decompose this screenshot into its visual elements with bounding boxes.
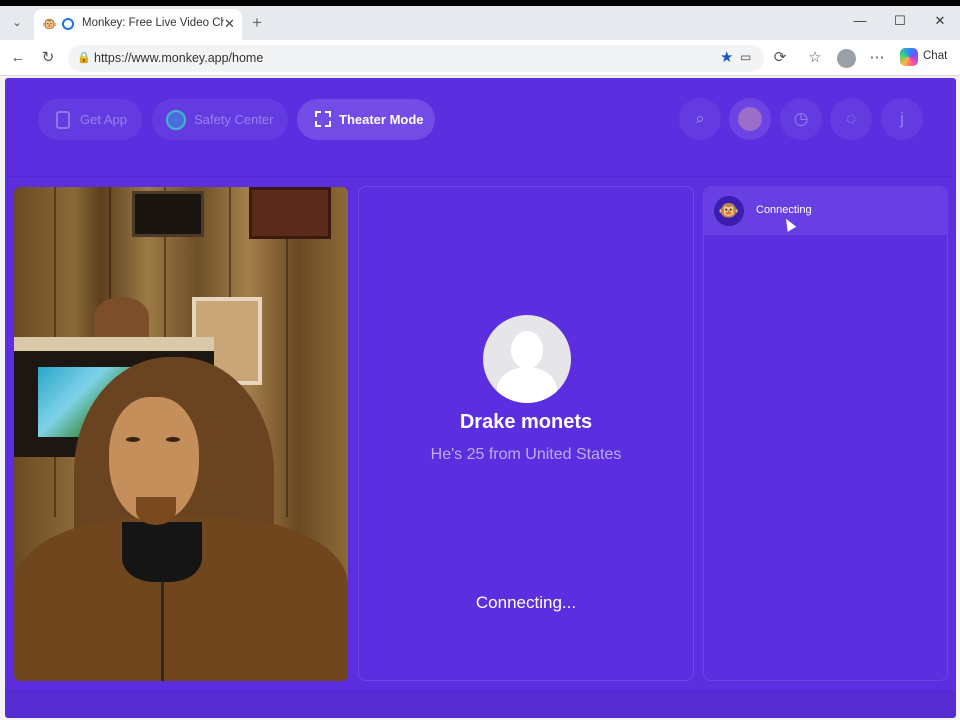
monkey-app-page: Get App Safety Center Theater Mode ⌕ ◷ ◌…: [5, 78, 956, 718]
new-tab-icon[interactable]: +: [252, 13, 262, 33]
list-item[interactable]: 🐵 Connecting: [704, 187, 947, 235]
favorites-icon[interactable]: ☆: [805, 48, 825, 68]
browser-tab[interactable]: 🐵 Monkey: Free Live Video Cha ✕: [34, 9, 242, 40]
maximize-icon[interactable]: ☐: [890, 13, 910, 29]
search-icon[interactable]: ⌕: [679, 98, 721, 140]
safety-center-button[interactable]: Safety Center: [152, 99, 288, 140]
safety-center-label: Safety Center: [194, 112, 274, 127]
monkey-favicon-icon: 🐵: [42, 17, 57, 31]
connection-status: Connecting...: [475, 593, 577, 612]
refresh-extension-icon[interactable]: ⟳: [770, 48, 790, 68]
get-app-label: Get App: [80, 112, 127, 127]
bottom-bar: [5, 690, 956, 718]
window-close-icon[interactable]: ✕: [930, 13, 950, 29]
browser-window: ⌄ 🐵 Monkey: Free Live Video Cha ✕ + — ☐ …: [0, 6, 960, 720]
shield-icon: [166, 110, 186, 130]
browser-toolbar: ← ↻ 🔒 https://www.monkey.app/home ★ ▭ ⟳ …: [0, 40, 960, 76]
profile-icon[interactable]: j: [881, 98, 923, 140]
messages-icon[interactable]: ◌: [830, 98, 872, 140]
tab-list-icon[interactable]: ⌄: [8, 14, 26, 32]
avatar[interactable]: [729, 98, 771, 140]
chat-panel: 🐵 Connecting: [703, 186, 948, 681]
theater-mode-button[interactable]: Theater Mode: [297, 99, 435, 140]
match-subtitle: He's 25 from United States: [430, 446, 622, 463]
phone-icon: [56, 111, 70, 129]
mouse-cursor-icon: [781, 216, 797, 232]
tab-close-icon[interactable]: ✕: [224, 16, 235, 32]
back-icon[interactable]: ←: [8, 48, 28, 68]
self-video-feed: [14, 187, 348, 681]
monkey-icon: 🐵: [714, 196, 744, 226]
minimize-icon[interactable]: —: [850, 13, 870, 28]
theater-mode-label: Theater Mode: [339, 112, 424, 127]
match-profile-card: Drake monets He's 25 from United States …: [358, 186, 694, 681]
url-text: https://www.monkey.app/home: [94, 51, 264, 65]
default-avatar-icon: [483, 315, 571, 403]
reload-icon[interactable]: ↻: [38, 48, 58, 68]
get-app-button[interactable]: Get App: [38, 99, 142, 140]
expand-icon: [315, 111, 331, 127]
browser-profile-icon[interactable]: [837, 49, 856, 68]
recording-indicator-icon: [62, 18, 74, 30]
tab-title: Monkey: Free Live Video Cha: [82, 17, 224, 29]
address-bar[interactable]: 🔒 https://www.monkey.app/home ★ ▭: [68, 45, 764, 72]
camera-in-use-icon[interactable]: ▭: [740, 50, 751, 64]
history-icon[interactable]: ◷: [780, 98, 822, 140]
tab-bar: ⌄ 🐵 Monkey: Free Live Video Cha ✕ + — ☐ …: [0, 6, 960, 40]
chat-item-text: Connecting: [756, 204, 812, 216]
match-name: Drake monets: [459, 411, 593, 433]
copilot-chat-label[interactable]: Chat: [923, 50, 947, 62]
header-divider: [5, 176, 956, 177]
favorite-star-icon[interactable]: ★: [720, 48, 733, 66]
lock-icon: 🔒: [77, 52, 91, 64]
copilot-icon[interactable]: [900, 48, 918, 66]
more-menu-icon[interactable]: ⋯: [867, 48, 887, 68]
